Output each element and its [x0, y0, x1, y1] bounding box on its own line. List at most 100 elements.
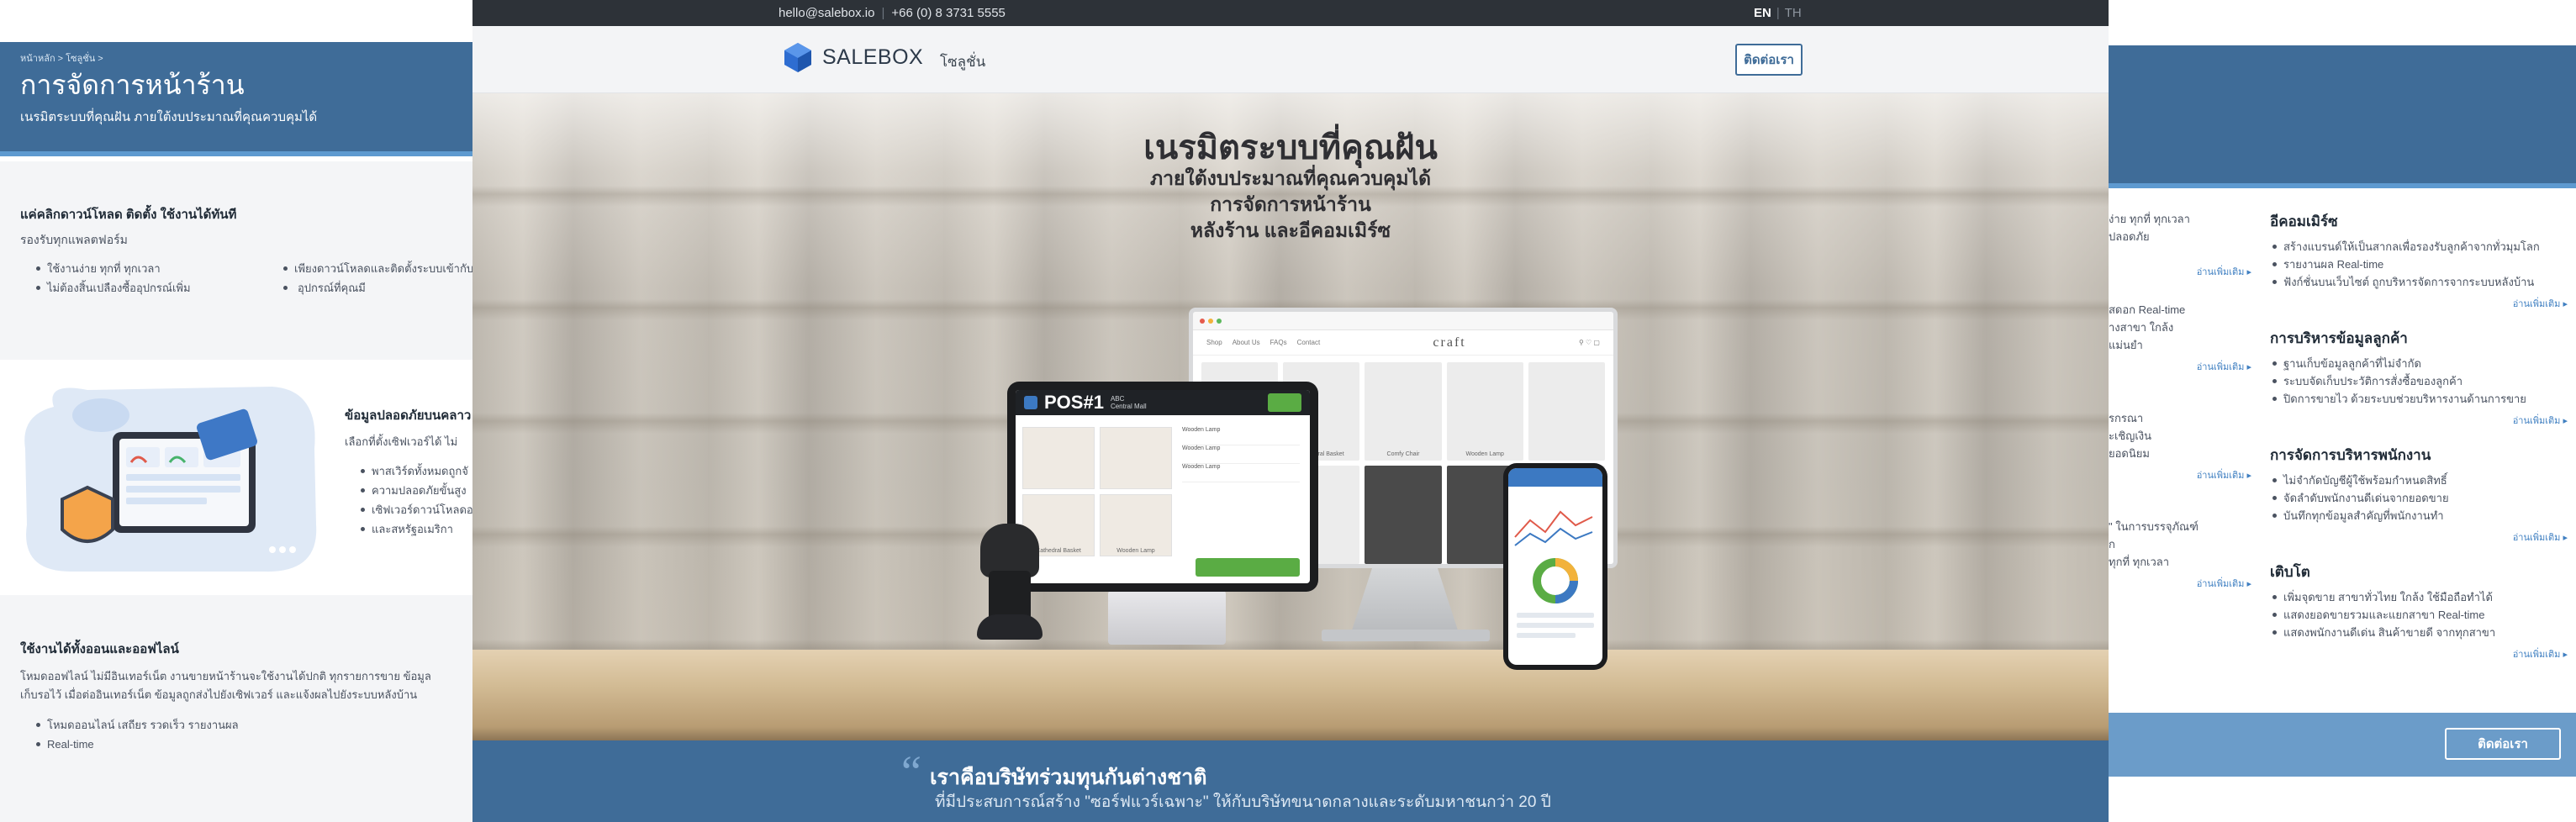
phone-screen [1508, 468, 1602, 665]
list-item-cont: Real-time [34, 735, 239, 753]
shop-icons: ⚲ ♡ ▢ [1578, 339, 1600, 346]
browser-bar [1193, 312, 1613, 330]
barcode-scanner-base [977, 614, 1043, 640]
section-cloud-heading: ข้อมูลปลอดภัยบนคลาว [345, 408, 472, 423]
list-item-cont: อุปกรณ์ที่คุณมี [281, 279, 472, 297]
list-item: ไม่จำกัดบัญชีผู้ใช้พร้อมกำหนดสิทธิ์ [2270, 472, 2568, 489]
cart-line: Wooden Lamp [1182, 427, 1300, 445]
section-offline-line1: โหมดออฟไลน์ ไม่มีอินเทอร์เน็ต งานขายหน้า… [20, 670, 431, 682]
lang-en[interactable]: EN [1754, 6, 1771, 20]
lang-th[interactable]: TH [1785, 6, 1802, 20]
feature-crm: การบริหารข้อมูลลูกค้า ฐานเก็บข้อมูลลูกค้… [2270, 327, 2568, 428]
list-item: ใช้งานง่าย ทุกที่ ทุกเวลา [34, 260, 191, 277]
shop-nav-item: Contact [1296, 339, 1321, 346]
list-item: ปิดการขายไว ด้วยระบบช่วยบริหารงานด้านการ… [2270, 390, 2568, 408]
top-contact-bar: hello@salebox.io | +66 (0) 8 3731 5555 EN |… [472, 0, 2109, 26]
left-page-subtitle: เนรมิตระบบที่คุณฝัน ภายใต้งบประมาณที่คุณ… [20, 110, 318, 124]
pos-product [1100, 427, 1172, 489]
left-page-title: การจัดการหน้าร้าน [20, 70, 245, 100]
contact-button[interactable]: ติดต่อเรา [1735, 44, 1803, 76]
section-download-list-1: ใช้งานง่าย ทุกที่ ทุกเวลา ไม่ต้องสิ้นเปล… [34, 260, 191, 298]
section-cloud-list: พาสเวิร์ดทั้งหมดถูกจั ความปลอดภัยขั้นสูง… [358, 462, 472, 540]
wifi-icon [1268, 393, 1301, 412]
list-item: ง่าย ทุกที่ ทุกเวลา [2109, 210, 2251, 228]
quote-mark: “ [901, 746, 921, 797]
product-name: Wooden Lamp [1116, 548, 1155, 554]
list-item-text: และสหรัฐอเมริกา [372, 523, 453, 535]
list-item: โหมดออนไลน์ เสถียร รวดเร็ว รายงานผล [34, 716, 239, 734]
read-more-link[interactable]: อ่านเพิ่มเติม [2109, 264, 2251, 279]
section-offline-heading: ใช้งานได้ทั้งออนและออฟไลน์ [20, 642, 179, 656]
right-page-panel: ง่าย ทุกที่ ทุกเวลา ปลอดภัย อ่านเพิ่มเติ… [2109, 0, 2576, 822]
main-page: hello@salebox.io | +66 (0) 8 3731 5555 EN |… [472, 0, 2109, 822]
list-item: ไม่ต้องสิ้นเปลืองซื้ออุปกรณ์เพิ่ม [34, 279, 191, 297]
list-item: จัดลำดับพนักงานดีเด่นจากยอดขาย [2270, 489, 2568, 507]
wooden-table [472, 650, 2109, 740]
logo-text: SALEBOX [822, 45, 924, 69]
list-item: างสาขา ใกล้ง [2109, 319, 2251, 336]
shop-nav-item: FAQs [1270, 339, 1287, 346]
contact-info: hello@salebox.io | +66 (0) 8 3731 5555 [779, 6, 1006, 20]
section-download-list-2: เพียงดาวน์โหลดและติดตั้งระบบเข้ากับ อุปก… [281, 260, 472, 298]
phone-dashboard [1514, 510, 1594, 638]
list-item: เพิ่มจุดขาย สาขาทั่วไทย ใกล้ง ใช้มือถือท… [2270, 588, 2568, 606]
feature-list: สร้างแบรนด์ให้เป็นสากลเพื่อรองรับลูกค้าจ… [2270, 238, 2568, 291]
product-tile [1365, 466, 1442, 564]
product-tile: Wooden Lamp [1446, 362, 1523, 461]
left-page-panel: หน้าหลัก > โซลูชั่น > การจัดการหน้าร้าน … [0, 0, 472, 822]
pos-product: Wooden Lamp [1100, 494, 1172, 556]
list-item: พาสเวิร์ดทั้งหมดถูกจั [358, 462, 472, 480]
list-item: รายงานผล Real-time [2270, 256, 2568, 273]
nav-solutions[interactable]: โซลูชั่น [940, 50, 985, 73]
feature-growth: เติบโต เพิ่มจุดขาย สาขาทั่วไทย ใกล้ง ใช้… [2270, 561, 2568, 661]
list-item: แสดงยอดขายรวมและแยกสาขา Real-time [2270, 606, 2568, 624]
feature-list: ไม่จำกัดบัญชีผู้ใช้พร้อมกำหนดสิทธิ์ จัดล… [2270, 472, 2568, 524]
contact-button[interactable]: ติดต่อเรา [2445, 728, 2561, 760]
list-item: รกรณา [2109, 409, 2251, 427]
list-item: " ในการบรรจุภัณฑ์ [2109, 518, 2251, 535]
logo[interactable]: SALEBOX [782, 41, 923, 73]
language-switch: EN | TH [1754, 6, 1802, 20]
list-item: ระบบจัดเก็บประวัติการสั่งซื้อของลูกค้า [2270, 372, 2568, 390]
list-item: ทุกที่ ทุกเวลา [2109, 553, 2251, 571]
section-download-intro: รองรับทุกแพลตฟอร์ม [20, 233, 128, 246]
feature-list: ฐานเก็บข้อมูลลูกค้าที่ไม่จำกัด ระบบจัดเก… [2270, 355, 2568, 408]
read-more-link[interactable]: อ่านเพิ่มเติม [2270, 530, 2568, 545]
list-item: เซิฟเวอร์ดาวน์โหลดอ [358, 501, 472, 519]
right-banner [2109, 45, 2576, 188]
list-item: ะเชิญเงิน [2109, 427, 2251, 445]
read-more-link[interactable]: อ่านเพิ่มเติม [2109, 359, 2251, 374]
list-item: เพียงดาวน์โหลดและติดตั้งระบบเข้ากับ [281, 260, 472, 277]
pos-store-name: Central Mall [1110, 403, 1147, 410]
shop-nav-item: Shop [1206, 339, 1222, 346]
phone-link[interactable]: +66 (0) 8 3731 5555 [891, 6, 1006, 20]
read-more-link[interactable]: อ่านเพิ่มเติม [2270, 646, 2568, 661]
feature-ecommerce: อีคอมเมิร์ซ สร้างแบรนด์ให้เป็นสากลเพื่อร… [2270, 210, 2568, 311]
pos-stand [1108, 589, 1226, 645]
page: หน้าหลัก > โซลูชั่น > การจัดการหน้าร้าน … [0, 0, 2576, 822]
mobile-phone [1503, 463, 1607, 670]
hero: เนรมิตระบบที่คุณฝัน ภายใต้งบประมาณที่คุณ… [472, 93, 2109, 740]
section-offline-list: โหมดออนไลน์ เสถียร รวดเร็ว รายงานผล Real… [34, 716, 239, 755]
list-item: บันทึกทุกข้อมูลสำคัญที่พนักงานทำ [2270, 507, 2568, 524]
read-more-link[interactable]: อ่านเพิ่มเติม [2109, 576, 2251, 591]
section-offline [0, 595, 472, 822]
pos-store: ABC Central Mall [1111, 395, 1147, 410]
list-item-text: อุปกรณ์ที่คุณมี [298, 282, 366, 294]
read-more-link[interactable]: อ่านเพิ่มเติม [2270, 296, 2568, 311]
product-tile: Comfy Chair [1365, 362, 1442, 461]
email-link[interactable]: hello@salebox.io [779, 6, 874, 20]
list-item: ฟังก์ชั่นบนเว็บไซต์ ถูกบริหารจัดการจากระ… [2270, 273, 2568, 291]
shop-brand: craft [1433, 335, 1466, 350]
partial-list: รกรณา ะเชิญเงิน ยอดนิยม [2109, 409, 2251, 462]
list-item-text: Real-time [47, 738, 94, 751]
list-item: ปลอดภัย [2109, 228, 2251, 245]
feature-list: เพิ่มจุดขาย สาขาทั่วไทย ใกล้ง ใช้มือถือท… [2270, 588, 2568, 641]
read-more-link[interactable]: อ่านเพิ่มเติม [2109, 467, 2251, 482]
list-item: แสดงพนักงานดีเด่น สินค้าขายดี จากทุกสาขา [2270, 624, 2568, 641]
cloud-security-illustration [24, 387, 317, 572]
read-more-link[interactable]: อ่านเพิ่มเติม [2270, 413, 2568, 428]
partial-column: ง่าย ทุกที่ ทุกเวลา ปลอดภัย อ่านเพิ่มเติ… [2109, 210, 2251, 591]
feature-hr: การจัดการบริหารพนักงาน ไม่จำกัดบัญชีผู้ใ… [2270, 444, 2568, 545]
pos-cart: Wooden Lamp Wooden Lamp Wooden Lamp [1182, 427, 1300, 482]
